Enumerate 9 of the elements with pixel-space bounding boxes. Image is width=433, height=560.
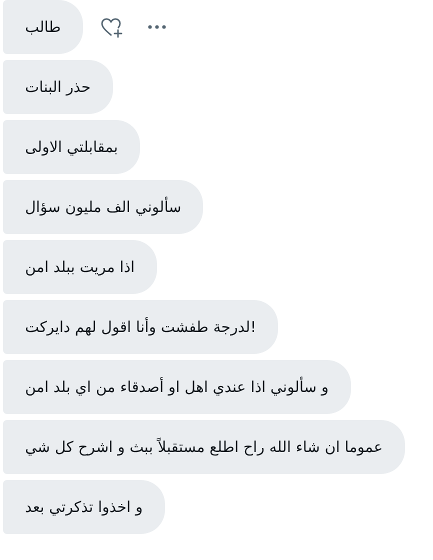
- message-bubble: حذر البنات: [3, 60, 113, 114]
- message-bubble: طالب: [3, 0, 83, 54]
- message-bubble: و سألوني اذا عندي اهل او أصدقاء من اي بلد امن: [3, 360, 351, 414]
- message-bubble: عموما ان شاء الله راح اطلع مستقبلاً ببث و اشرح كل شي: [3, 420, 405, 474]
- message-bubble: لدرجة طفشت وأنا اقول لهم دايركت!: [3, 300, 278, 354]
- message-bubble: اذا مريت ببلد امن: [3, 240, 157, 294]
- message-bubble: و اخذوا تذكرتي بعد: [3, 480, 165, 534]
- message-bubble: سألوني الف مليون سؤال: [3, 180, 204, 234]
- message-bubble: بمقابلتي الاولى: [3, 120, 140, 174]
